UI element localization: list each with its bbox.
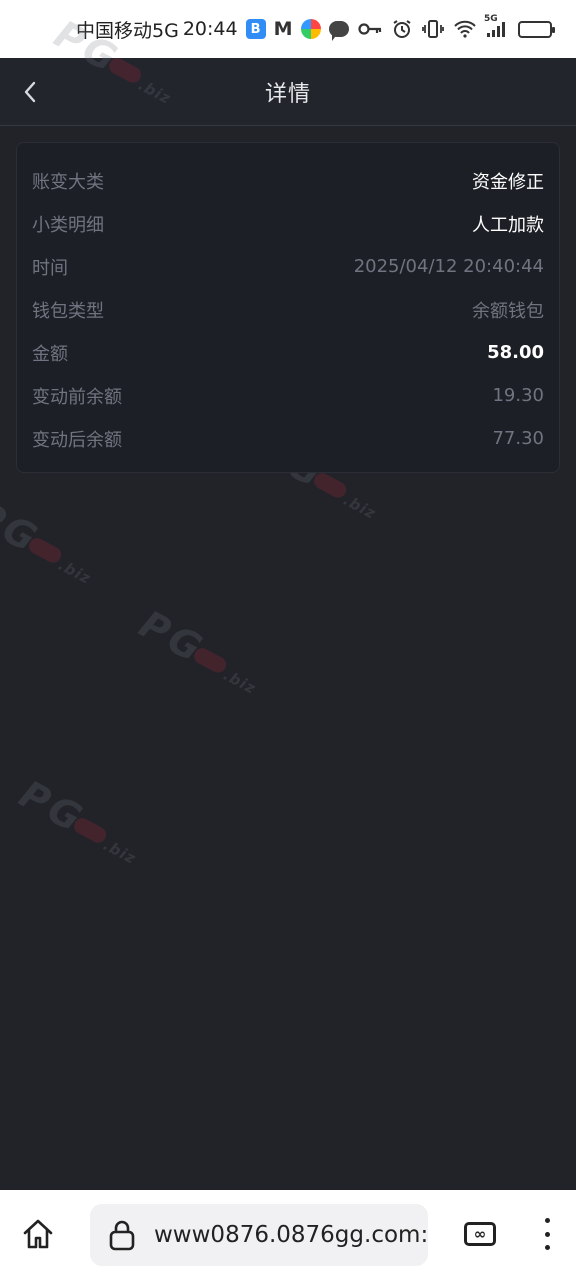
gmail-icon: M bbox=[273, 18, 293, 40]
detail-row-category: 账变大类 资金修正 bbox=[32, 159, 544, 202]
detail-value: 人工加款 bbox=[472, 214, 544, 236]
home-icon bbox=[23, 1219, 53, 1249]
detail-row-time: 时间 2025/04/12 20:40:44 bbox=[32, 245, 544, 288]
alarm-icon bbox=[392, 19, 412, 39]
home-button[interactable] bbox=[18, 1214, 58, 1254]
detail-row-wallet-type: 钱包类型 余额钱包 bbox=[32, 288, 544, 331]
detail-value: 余额钱包 bbox=[472, 300, 544, 322]
url-text[interactable]: www0876.0876gg.com:5 bbox=[154, 1222, 428, 1248]
network-badge: 5G bbox=[484, 14, 498, 24]
signal-icon: 5G bbox=[484, 14, 508, 38]
browser-toolbar: www0876.0876gg.com:5 ∞ bbox=[0, 1190, 576, 1280]
page-title: 详情 bbox=[264, 81, 311, 107]
detail-value: 资金修正 bbox=[472, 171, 544, 193]
watermark: PG.biz bbox=[12, 771, 140, 868]
b-app-icon: B bbox=[245, 19, 266, 39]
detail-label: 变动后余额 bbox=[32, 429, 122, 451]
watermark: PG.biz bbox=[132, 601, 260, 698]
detail-row-subcategory: 小类明细 人工加款 bbox=[32, 202, 544, 245]
more-vertical-icon-dot bbox=[544, 1245, 550, 1250]
detail-value: 19.30 bbox=[492, 385, 544, 406]
status-bar-left: 中国移动5G 20:44 B M bbox=[76, 16, 349, 43]
detail-label: 钱包类型 bbox=[32, 300, 104, 322]
back-button[interactable] bbox=[12, 74, 48, 110]
vibrate-icon bbox=[422, 19, 444, 39]
status-bar-right: 5G bbox=[358, 14, 555, 39]
lock-icon[interactable] bbox=[90, 1204, 154, 1266]
tabs-icon: ∞ bbox=[464, 1222, 496, 1246]
more-menu-button[interactable] bbox=[532, 1216, 562, 1252]
chat-icon bbox=[328, 21, 349, 41]
page-header: 详情 bbox=[0, 58, 576, 126]
color-app-icon bbox=[300, 19, 321, 39]
detail-label: 变动前余额 bbox=[32, 386, 122, 408]
detail-label: 时间 bbox=[32, 257, 68, 279]
chevron-left-icon bbox=[24, 81, 36, 103]
status-bar: 中国移动5G 20:44 B M 5G bbox=[0, 0, 576, 58]
address-bar[interactable]: www0876.0876gg.com:5 bbox=[90, 1204, 428, 1266]
detail-label: 小类明细 bbox=[32, 214, 104, 236]
detail-card: 账变大类 资金修正 小类明细 人工加款 时间 2025/04/12 20:40:… bbox=[16, 142, 560, 473]
detail-row-balance-after: 变动后余额 77.30 bbox=[32, 417, 544, 460]
tabs-button[interactable]: ∞ bbox=[462, 1216, 498, 1252]
detail-label: 账变大类 bbox=[32, 171, 104, 193]
detail-row-amount: 金额 58.00 bbox=[32, 331, 544, 374]
clock: 20:44 bbox=[182, 18, 238, 40]
battery-icon bbox=[518, 20, 555, 38]
more-vertical-icon bbox=[544, 1218, 550, 1223]
detail-value: 58.00 bbox=[487, 342, 544, 363]
detail-label: 金额 bbox=[32, 343, 68, 365]
detail-value: 77.30 bbox=[492, 428, 544, 449]
watermark: PG.biz bbox=[0, 491, 95, 588]
carrier-label: 中国移动5G bbox=[76, 19, 179, 42]
wifi-icon bbox=[454, 20, 476, 38]
more-vertical-icon-dot bbox=[544, 1231, 550, 1237]
detail-value: 2025/04/12 20:40:44 bbox=[353, 256, 544, 277]
key-icon bbox=[358, 22, 382, 36]
detail-row-balance-before: 变动前余额 19.30 bbox=[32, 374, 544, 417]
